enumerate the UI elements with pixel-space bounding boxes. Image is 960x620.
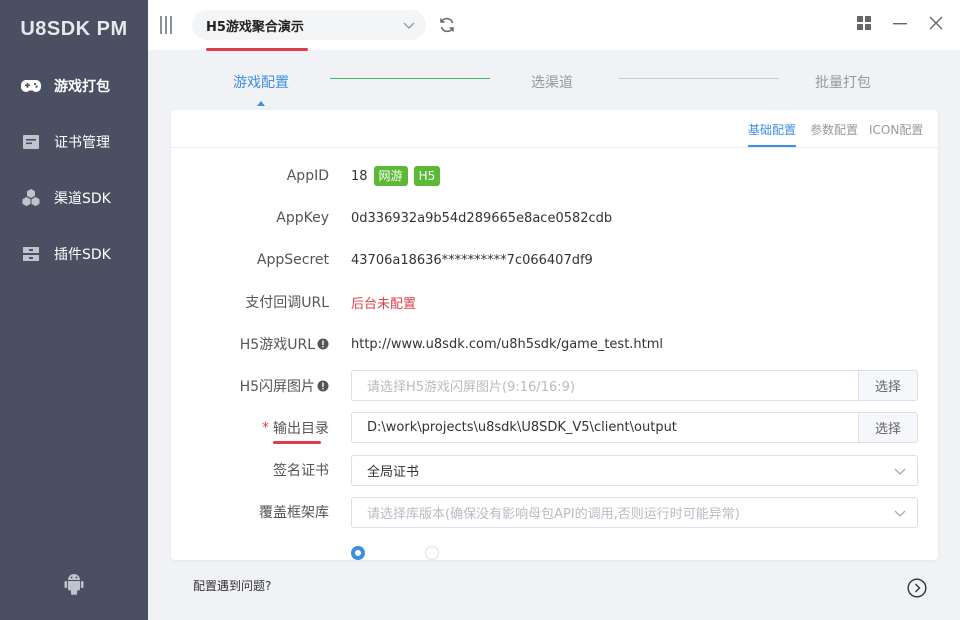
step-connector xyxy=(330,78,490,79)
cubes-icon xyxy=(20,187,42,209)
tab-icon-config[interactable]: ICON配置 xyxy=(869,121,923,138)
app-brand: U8SDK PM xyxy=(20,18,128,40)
sidebar-item-cert-manage[interactable]: 证书管理 xyxy=(0,114,148,170)
output-dir-label-text: 输出目录 xyxy=(273,421,329,437)
sidebar-item-label: 证书管理 xyxy=(54,135,110,151)
info-icon[interactable] xyxy=(317,380,329,392)
close-icon[interactable] xyxy=(928,15,946,33)
sign-cert-select[interactable]: 全局证书 xyxy=(351,455,918,486)
sidebar-item-game-pack[interactable]: 游戏打包 xyxy=(0,58,148,114)
annotation-underline xyxy=(273,441,321,444)
chevron-down-icon xyxy=(402,18,416,36)
sidebar: U8SDK PM 游戏打包 证书管理 渠道SDK 插件SDK xyxy=(0,0,148,620)
sidebar-item-label: 游戏打包 xyxy=(54,79,110,95)
help-link[interactable]: 配置遇到问题? xyxy=(193,577,271,594)
gamepad-icon xyxy=(20,75,42,97)
h5-url-value: http://www.u8sdk.com/u8h5sdk/game_test.h… xyxy=(351,336,664,352)
appsecret-label: AppSecret xyxy=(256,252,329,268)
appid-text: 18 xyxy=(351,168,368,184)
next-arrow-icon[interactable] xyxy=(907,578,927,598)
framework-placeholder: 请选择库版本(确保没有影响母包API的调用,否则运行时可能异常) xyxy=(367,507,740,522)
plugin-icon xyxy=(20,243,42,265)
step-connector xyxy=(619,78,779,79)
form-row-appkey: AppKey 0d336932a9b54d289665e8ace0582cdb xyxy=(171,201,938,235)
h5-splash-input-group: 请选择H5游戏闪屏图片(9:16/16:9) 选择 xyxy=(351,370,918,401)
framework-select[interactable]: 请选择库版本(确保没有影响母包API的调用,否则运行时可能异常) xyxy=(351,497,918,528)
step-bar: 游戏配置 选渠道 批量打包 xyxy=(148,50,960,110)
step-indicator-caret xyxy=(257,101,265,106)
form-row-h5-splash: H5闪屏图片 请选择H5游戏闪屏图片(9:16/16:9) 选择 xyxy=(171,369,938,403)
step-game-config[interactable]: 游戏配置 xyxy=(233,72,289,92)
appid-label: AppID xyxy=(286,168,329,184)
form-row-pay-callback: 支付回调URL 后台未配置 xyxy=(171,285,938,319)
config-card: 基础配置 参数配置 ICON配置 AppID 18 网游 H5 AppKey 0… xyxy=(171,110,938,560)
form-row-appid: AppID 18 网游 H5 xyxy=(171,159,938,193)
project-select-value: H5游戏聚合演示 xyxy=(206,19,304,35)
framework-label: 覆盖框架库 xyxy=(259,505,329,521)
radio-option-selected[interactable] xyxy=(351,546,365,560)
output-dir-label: * 输出目录 xyxy=(262,418,329,438)
appkey-label: AppKey xyxy=(276,210,329,226)
h5-url-label: H5游戏URL xyxy=(240,334,329,354)
certificate-icon xyxy=(20,131,42,153)
form-row-output-dir: * 输出目录 D:\work\projects\u8sdk\U8SDK_V5\c… xyxy=(171,411,938,445)
h5-splash-label: H5闪屏图片 xyxy=(240,376,329,396)
menu-toggle-icon[interactable] xyxy=(160,15,180,35)
android-icon[interactable] xyxy=(62,572,86,596)
form-row-h5-url: H5游戏URL http://www.u8sdk.com/u8h5sdk/gam… xyxy=(171,327,938,361)
pay-callback-value: 后台未配置 xyxy=(351,296,417,312)
form-row-appsecret: AppSecret 43706a18636**********7c066407d… xyxy=(171,243,938,277)
minimize-icon[interactable] xyxy=(892,15,910,33)
tag-h5: H5 xyxy=(413,166,441,186)
pay-callback-label: 支付回调URL xyxy=(245,295,329,311)
subtab-bar: 基础配置 参数配置 ICON配置 xyxy=(171,110,938,148)
h5-splash-input[interactable]: 请选择H5游戏闪屏图片(9:16/16:9) xyxy=(352,371,858,400)
appid-value: 18 网游 H5 xyxy=(351,166,441,186)
window-controls xyxy=(856,15,946,33)
h5-splash-label-text: H5闪屏图片 xyxy=(239,379,315,395)
h5-splash-select-button[interactable]: 选择 xyxy=(858,371,917,400)
radio-option[interactable] xyxy=(425,546,439,560)
tab-param-config[interactable]: 参数配置 xyxy=(810,121,858,138)
project-select[interactable]: H5游戏聚合演示 xyxy=(192,10,426,51)
form-row-framework: 覆盖框架库 请选择库版本(确保没有影响母包API的调用,否则运行时可能异常) xyxy=(171,495,938,529)
sidebar-item-plugin-sdk[interactable]: 插件SDK xyxy=(0,226,148,282)
active-tab-underline xyxy=(748,145,796,147)
radio-group xyxy=(351,546,439,560)
step-select-channel[interactable]: 选渠道 xyxy=(531,72,573,92)
grid-icon[interactable] xyxy=(856,15,874,33)
sidebar-item-channel-sdk[interactable]: 渠道SDK xyxy=(0,170,148,226)
h5-url-label-text: H5游戏URL xyxy=(239,337,315,353)
form-row-sign-cert: 签名证书 全局证书 xyxy=(171,453,938,487)
output-dir-input-group: D:\work\projects\u8sdk\U8SDK_V5\client\o… xyxy=(351,412,918,443)
refresh-icon[interactable] xyxy=(438,16,456,34)
output-dir-select-button[interactable]: 选择 xyxy=(858,413,917,442)
chevron-down-icon xyxy=(893,506,907,524)
sidebar-item-label: 渠道SDK xyxy=(54,191,111,207)
sign-cert-label: 签名证书 xyxy=(273,463,329,479)
top-bar: H5游戏聚合演示 xyxy=(148,0,960,51)
appsecret-value: 43706a18636**********7c066407df9 xyxy=(351,252,593,268)
info-icon[interactable] xyxy=(317,338,329,350)
sidebar-item-label: 插件SDK xyxy=(54,247,111,263)
required-mark: * xyxy=(262,420,269,436)
chevron-down-icon xyxy=(893,464,907,482)
appkey-value: 0d336932a9b54d289665e8ace0582cdb xyxy=(351,210,613,226)
tab-basic-config[interactable]: 基础配置 xyxy=(748,121,796,138)
output-dir-input[interactable]: D:\work\projects\u8sdk\U8SDK_V5\client\o… xyxy=(352,413,858,442)
step-batch-pack[interactable]: 批量打包 xyxy=(815,72,871,92)
sign-cert-value: 全局证书 xyxy=(367,465,420,480)
tag-online-game: 网游 xyxy=(373,166,408,186)
